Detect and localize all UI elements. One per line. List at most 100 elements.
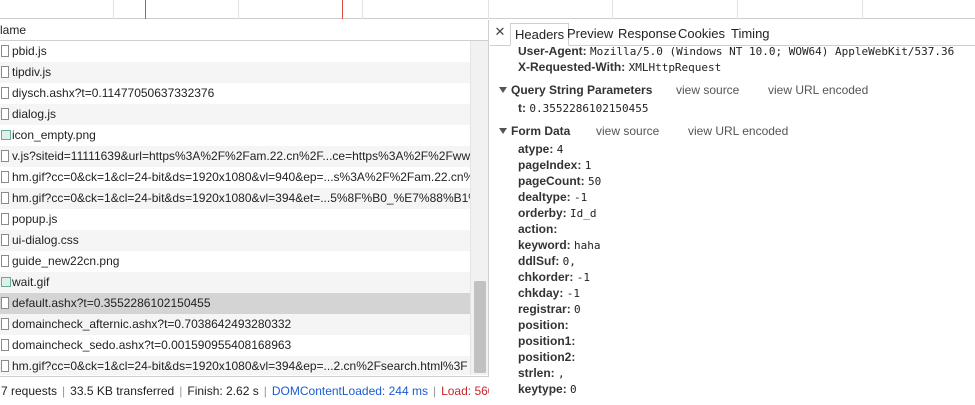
close-icon[interactable]: ✕ [494,25,506,39]
request-name: hm.gif?cc=0&ck=1&cl=24-bit&ds=1920x1080&… [12,191,470,205]
header-value: Mozilla/5.0 (Windows NT 10.0; WOW64) App… [590,47,955,58]
form-param-row: pageCount: 50 [518,173,601,189]
status-separator: | [62,384,66,398]
param-key: position1: [518,334,576,348]
dom-content-loaded-time: DOMContentLoaded: 244 ms [271,384,428,398]
tab-cookies[interactable]: Cookies [674,23,729,46]
header-key: User-Agent: [518,47,587,58]
query-view-url-encoded-link[interactable]: view URL encoded [768,82,868,98]
request-row[interactable]: domaincheck_sedo.ashx?t=0.00159095540816… [0,335,470,356]
network-status-bar: 7 requests | 33.5 KB transferred | Finish: 2… [0,376,489,405]
request-row[interactable]: guide_new22cn.png [0,251,470,272]
param-key: dealtype: [518,190,571,204]
request-row[interactable]: hm.gif?cc=0&ck=1&cl=24-bit&ds=1920x1080&… [0,167,470,188]
request-row[interactable]: v.js?siteid=11111639&url=https%3A%2F%2Fa… [0,146,470,167]
request-name: pbid.js [12,44,47,58]
param-key: t: [518,101,526,115]
param-value: -1 [576,271,590,284]
finish-time: Finish: 2.62 s [187,384,259,398]
tab-timing[interactable]: Timing [727,23,774,46]
param-value: 50 [588,175,602,188]
request-row[interactable]: domaincheck_afternic.ashx?t=0.7038642493… [0,314,470,335]
name-column-header[interactable]: lame [0,20,488,41]
form-param-row: chkday: -1 [518,285,580,301]
form-param-row: orderby: Id_d [518,205,597,221]
form-data-section-header[interactable]: Form Data [499,123,570,139]
tab-response[interactable]: Response [614,23,681,46]
request-name: hm.gif?cc=0&ck=1&cl=24-bit&ds=1920x1080&… [12,359,468,373]
form-param-row: atype: 4 [518,141,563,157]
timeline-gridline [862,0,863,19]
timeline-gridline [612,0,613,19]
request-row[interactable]: diysch.ashx?t=0.11477050637332376 [0,83,470,104]
expand-triangle-icon[interactable] [499,87,507,93]
param-value: Id_d [570,207,597,220]
form-view-url-encoded-link[interactable]: view URL encoded [688,123,788,139]
headers-content: User-Agent: Mozilla/5.0 (Windows NT 10.0… [490,47,975,405]
request-list-panel: lame pbid.js tipdiv.js diysch.ashx?t=0.114… [0,20,489,405]
request-row[interactable]: pbid.js [0,41,470,62]
form-param-row: registrar: 0 [518,301,581,317]
form-param-row: strlen: , [518,365,565,381]
timeline-gridline [488,0,489,19]
param-key: chkorder: [518,270,574,284]
tab-preview[interactable]: Preview [563,23,617,46]
param-key: registrar: [518,302,571,316]
file-icon [1,171,9,183]
scrollbar-thumb[interactable] [474,281,486,373]
request-row[interactable]: wait.gif [0,272,470,293]
form-param-row: keyword: haha [518,237,601,253]
param-key: atype: [518,142,554,156]
request-header-row: X-Requested-With: XMLHttpRequest [518,59,721,75]
expand-triangle-icon[interactable] [499,128,507,134]
detail-tab-bar: ✕ Headers Preview Response Cookies Timin… [490,20,975,46]
tab-headers[interactable]: Headers [510,23,570,46]
form-param-row: pageIndex: 1 [518,157,591,173]
form-param-row: dealtype: -1 [518,189,587,205]
status-separator: | [432,384,437,398]
request-row[interactable]: hm.gif?cc=0&ck=1&cl=24-bit&ds=1920x1080&… [0,188,470,209]
file-icon [1,234,9,246]
query-param-row: t: 0.3552286102150455 [518,100,649,116]
request-name: ui-dialog.css [12,233,79,247]
request-list-scrollbar[interactable] [470,41,488,375]
param-key: position2: [518,350,576,364]
param-key: chkday: [518,286,564,300]
form-data-title: Form Data [511,124,571,138]
param-key: keytype: [518,382,567,396]
file-icon [1,45,9,57]
request-header-row: User-Agent: Mozilla/5.0 (Windows NT 10.0… [518,47,954,59]
request-name: diysch.ashx?t=0.11477050637332376 [12,86,215,100]
request-name: popup.js [12,212,58,226]
timeline-gridline [737,0,738,19]
form-view-source-link[interactable]: view source [596,123,659,139]
image-icon [1,130,11,140]
file-icon [1,255,9,267]
request-row[interactable]: icon_empty.png [0,125,470,146]
request-row[interactable]: dialog.js [0,104,470,125]
param-value: , [558,367,565,380]
timeline-overview[interactable] [0,0,975,19]
request-row[interactable]: hm.gif?cc=0&ck=1&cl=24-bit&ds=1920x1080&… [0,356,470,375]
load-time: Load: 560... [441,384,489,398]
header-key: X-Requested-With: [518,60,626,74]
param-value: 4 [556,143,564,156]
request-name: wait.gif [12,275,50,289]
form-param-row: position1: [518,333,575,349]
request-row[interactable]: default.ashx?t=0.3552286102150455 [0,293,470,314]
request-row[interactable]: tipdiv.js [0,62,470,83]
request-name: hm.gif?cc=0&ck=1&cl=24-bit&ds=1920x1080&… [12,170,470,184]
request-name: domaincheck_sedo.ashx?t=0.00159095540816… [12,338,292,352]
form-param-row: keytype: 0 [518,381,577,397]
query-string-section-header[interactable]: Query String Parameters [499,82,652,98]
query-view-source-link[interactable]: view source [676,82,739,98]
request-name: icon_empty.png [12,128,96,142]
header-value: XMLHttpRequest [628,61,722,74]
status-separator: | [263,384,267,398]
file-icon [1,66,9,78]
param-value: -1 [566,287,580,300]
image-icon [1,277,11,287]
param-key: strlen: [518,366,555,380]
request-row[interactable]: popup.js [0,209,470,230]
request-row[interactable]: ui-dialog.css [0,230,470,251]
